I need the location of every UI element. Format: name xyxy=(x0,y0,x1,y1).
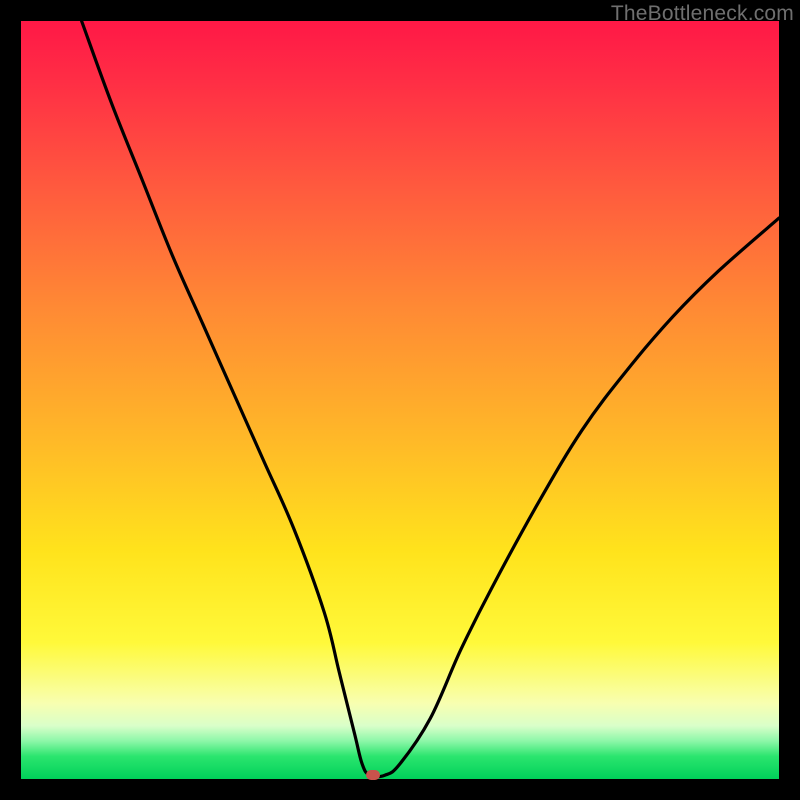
curve-path xyxy=(82,21,779,777)
optimal-point-marker xyxy=(366,770,380,780)
bottleneck-curve xyxy=(21,21,779,779)
chart-frame: TheBottleneck.com xyxy=(0,0,800,800)
watermark-text: TheBottleneck.com xyxy=(611,2,794,26)
chart-plot-area xyxy=(21,21,779,779)
